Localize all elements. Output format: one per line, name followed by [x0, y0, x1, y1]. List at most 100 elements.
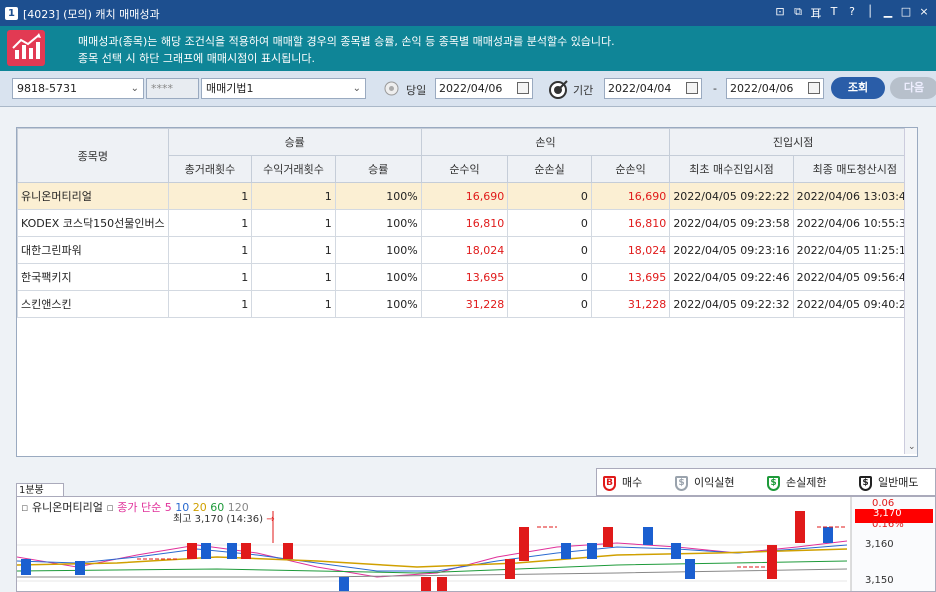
cell-last-sell: 2022/04/06 10:55:35 — [792, 209, 917, 237]
cell-win-rate: 100% — [334, 263, 422, 291]
candle — [421, 577, 431, 591]
to-date-input[interactable]: 2022/04/06 — [726, 78, 824, 99]
minimize-icon[interactable]: ▁ — [882, 5, 894, 21]
chevron-down-icon: ⌄ — [352, 83, 361, 94]
cell-net: 13,695 — [590, 263, 671, 291]
account-select[interactable]: 9818-5731 ⌄ — [12, 78, 144, 99]
col-header-net[interactable]: 순손익 — [590, 155, 671, 183]
table-row[interactable]: 유니온머티리얼 1 1 100% 16,690 0 16,690 2022/04… — [17, 182, 917, 210]
query-toolbar: 9818-5731 ⌄ **** 매매기법1 ⌄ 당일 2022/04/06 기… — [0, 71, 936, 107]
candle — [671, 543, 681, 559]
close-icon[interactable]: × — [918, 5, 930, 21]
help-icon[interactable]: ? — [846, 5, 858, 21]
col-header-profit[interactable]: 순수익 — [420, 155, 509, 183]
candle — [505, 559, 515, 579]
cell-loss: 0 — [507, 263, 592, 291]
cell-loss: 0 — [507, 236, 592, 264]
period-radio[interactable] — [548, 78, 570, 100]
calendar-icon[interactable] — [686, 82, 698, 94]
cell-last-sell: 2022/04/05 11:25:17 — [792, 236, 917, 264]
legend-sell: $ 일반매도 — [859, 474, 918, 491]
table-row[interactable]: 한국팩키지 1 1 100% 13,695 0 13,695 2022/04/0… — [17, 263, 917, 291]
cell-name: KODEX 코스닥150선물인버스 — [17, 209, 169, 237]
col-header-name[interactable]: 종목명 — [17, 128, 169, 183]
title-bar: 1 [4023] (모의) 캐치 매매성과 ⊡ ⧉ 耳 T ? │ ▁ □ × — [0, 0, 936, 26]
today-date-input[interactable]: 2022/04/06 — [435, 78, 533, 99]
info-banner: 매매성과(종목)는 해당 조건식을 적용하여 매매할 경우의 종목별 승률, 손… — [0, 26, 936, 71]
cell-first-buy: 2022/04/05 09:22:32 — [669, 290, 794, 318]
font-icon[interactable]: T — [828, 5, 840, 21]
col-header-last-sell[interactable]: 최종 매도청산시점 — [792, 155, 917, 183]
cell-net: 31,228 — [590, 290, 671, 318]
cell-loss: 0 — [507, 182, 592, 210]
max-price-annotation: 최고 3,170 (14:36) → — [173, 510, 275, 525]
today-radio[interactable] — [384, 81, 399, 96]
col-header-win-count[interactable]: 수익거래횟수 — [251, 155, 336, 183]
vertical-scrollbar[interactable]: ⌄ — [904, 128, 917, 454]
table-row[interactable]: 대한그린파워 1 1 100% 18,024 0 18,024 2022/04/… — [17, 236, 917, 264]
cell-win-rate: 100% — [334, 290, 422, 318]
legend-sell-label: 일반매도 — [878, 476, 919, 489]
candle — [561, 543, 571, 559]
candle — [587, 543, 597, 559]
date-separator: - — [713, 82, 717, 95]
col-header-loss[interactable]: 순손실 — [507, 155, 592, 183]
screen-icon[interactable]: ⊡ — [774, 5, 786, 21]
table-row[interactable]: 스킨앤스킨 1 1 100% 31,228 0 31,228 2022/04/0… — [17, 290, 917, 318]
candle — [767, 545, 777, 579]
window-number-icon: 1 — [5, 7, 18, 20]
password-field[interactable]: **** — [146, 78, 199, 99]
cell-first-buy: 2022/04/05 09:23:16 — [669, 236, 794, 264]
col-header-win-rate[interactable]: 승률 — [334, 155, 422, 183]
pin-icon[interactable]: 耳 — [810, 5, 822, 21]
account-value: 9818-5731 — [17, 82, 77, 95]
cell-net: 18,024 — [590, 236, 671, 264]
to-date-value: 2022/04/06 — [730, 82, 794, 95]
legend-stop-label: 손실제한 — [786, 476, 827, 489]
cell-total: 1 — [167, 263, 253, 291]
copy-window-icon[interactable]: ⧉ — [792, 5, 804, 21]
cell-profit: 16,690 — [420, 182, 509, 210]
change-percent-2: 0.16% — [872, 519, 904, 530]
period-label: 기간 — [573, 84, 594, 97]
calendar-icon[interactable] — [517, 82, 529, 94]
table-row[interactable]: KODEX 코스닥150선물인버스 1 1 100% 16,810 0 16,8… — [17, 209, 917, 237]
next-button[interactable]: 다음 — [890, 77, 936, 99]
calendar-icon[interactable] — [808, 82, 820, 94]
group-header-entry: 진입시점 — [669, 128, 917, 156]
price-chart[interactable]: ▫ 유니온머티리얼 ▫ 종가 단순 5 10 20 60 120 최고 3,17… — [16, 496, 936, 592]
info-line-1: 매매성과(종목)는 해당 조건식을 적용하여 매매할 경우의 종목별 승률, 손… — [78, 35, 615, 48]
from-date-input[interactable]: 2022/04/04 — [604, 78, 702, 99]
cell-win-count: 1 — [251, 182, 336, 210]
cell-win-rate: 100% — [334, 236, 422, 264]
candle — [519, 527, 529, 561]
sell-signal-icon: $ — [859, 475, 872, 491]
cell-win-rate: 100% — [334, 209, 422, 237]
max-price-label: 최고 3,170 (14:36) — [173, 514, 264, 525]
maximize-icon[interactable]: □ — [900, 5, 912, 21]
legend-profit: $ 이익실현 — [675, 474, 734, 491]
timeframe-tab[interactable]: 1분봉 — [16, 483, 64, 497]
stop-loss-signal-icon: $ — [767, 475, 780, 491]
cell-last-sell: 2022/04/05 09:40:25 — [792, 290, 917, 318]
col-header-total[interactable]: 총거래횟수 — [167, 155, 253, 183]
results-table: 종목명 승률 손익 진입시점 총거래횟수 수익거래횟수 승률 순수익 순손실 순… — [17, 128, 917, 318]
today-date-value: 2022/04/06 — [439, 82, 503, 95]
method-select[interactable]: 매매기법1 ⌄ — [201, 78, 366, 99]
from-date-value: 2022/04/04 — [608, 82, 672, 95]
square-bullet-icon: ▫ — [106, 501, 114, 514]
ma-label: 종가 단순 — [117, 501, 162, 514]
candle — [21, 559, 31, 575]
current-price-tag: 3,170 — [873, 508, 902, 519]
chart-analysis-icon — [7, 30, 45, 66]
info-line-2: 종목 선택 시 하단 그래프에 매매시점이 표시됩니다. — [78, 52, 315, 65]
query-button[interactable]: 조회 — [831, 77, 885, 99]
cell-first-buy: 2022/04/05 09:22:46 — [669, 263, 794, 291]
cell-win-rate: 100% — [334, 182, 422, 210]
cell-profit: 18,024 — [420, 236, 509, 264]
candle — [603, 527, 613, 547]
scroll-down-icon[interactable]: ⌄ — [908, 442, 916, 452]
cell-first-buy: 2022/04/05 09:23:58 — [669, 209, 794, 237]
cell-profit: 16,810 — [420, 209, 509, 237]
col-header-first-buy[interactable]: 최초 매수진입시점 — [669, 155, 794, 183]
